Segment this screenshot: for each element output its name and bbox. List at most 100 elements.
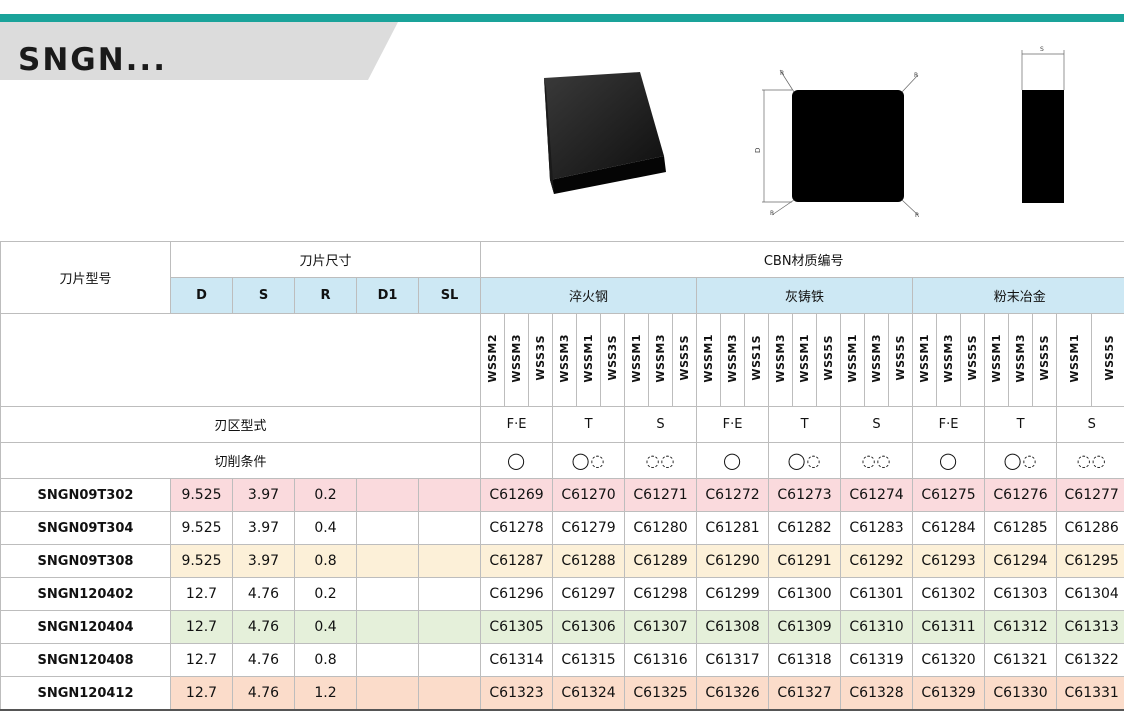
edge-type: T	[552, 406, 626, 443]
row-code: C61274	[840, 478, 914, 512]
label-D: D	[754, 148, 762, 153]
row-code: C61328	[840, 676, 914, 711]
edge-type: S	[1056, 406, 1124, 443]
cutting-condition-icon: ◯◌	[768, 442, 842, 479]
edge-type: S	[840, 406, 914, 443]
row-code: C61306	[552, 610, 626, 644]
header-group-1: 灰铸铁	[696, 277, 914, 314]
row-code: C61294	[984, 544, 1058, 578]
row-SL	[417, 544, 482, 578]
grade-header: WSS5S	[816, 313, 842, 407]
row-D1	[356, 478, 419, 512]
cutting-condition-icon: ◯◌	[984, 442, 1058, 479]
row-code: C61308	[696, 610, 770, 644]
row-code: C61330	[984, 676, 1058, 711]
grade-label: WSSM1	[798, 333, 812, 383]
row-code: C61282	[768, 511, 842, 545]
row-code: C61301	[840, 577, 914, 611]
row-code: C61284	[912, 511, 986, 545]
row-code: C61320	[912, 643, 986, 677]
grade-header: WSS5S	[960, 313, 986, 407]
row-code: C61279	[552, 511, 626, 545]
row-D: 12.7	[170, 643, 233, 677]
row-code: C61288	[552, 544, 626, 578]
row-code: C61287	[480, 544, 554, 578]
grade-label: WSSM3	[510, 333, 524, 383]
row-R: 0.2	[294, 577, 357, 611]
row-code: C61314	[480, 643, 554, 677]
grade-label: WSSM3	[942, 333, 956, 383]
grade-header: WSSM1	[984, 313, 1010, 407]
label-R-bottom-left: R	[770, 210, 774, 217]
cond-label: 切削条件	[0, 442, 482, 479]
row-code: C61276	[984, 478, 1058, 512]
edge-type-label: 刃区型式	[0, 406, 482, 443]
row-code: C61293	[912, 544, 986, 578]
label-R-top-left: R	[780, 70, 784, 77]
edge-type: T	[768, 406, 842, 443]
grade-label: WSSM3	[654, 333, 668, 383]
table-row: SNGN120404 12.7 4.76 0.4 C61305 C61306 C61307 C…	[0, 610, 1124, 644]
grade-label: WSSM1	[1067, 333, 1081, 383]
row-SL	[417, 676, 482, 711]
grade-label: WSSM3	[774, 333, 788, 383]
grade-blank-cell	[0, 313, 482, 407]
cutting-condition-icon: ◌◌	[840, 442, 914, 479]
grade-label: WSS5S	[1102, 335, 1116, 381]
insert-3d-image	[544, 72, 666, 194]
row-code: C61300	[768, 577, 842, 611]
edge-type: F·E	[696, 406, 770, 443]
row-code: C61278	[480, 511, 554, 545]
row-code: C61285	[984, 511, 1058, 545]
row-SL	[417, 511, 482, 545]
row-D1	[356, 676, 419, 711]
row-code: C61286	[1056, 511, 1124, 545]
row-D1	[356, 577, 419, 611]
edge-type: F·E	[480, 406, 554, 443]
row-code: C61310	[840, 610, 914, 644]
grade-header: WSSM3	[552, 313, 578, 407]
row-S: 4.76	[232, 610, 295, 644]
row-R: 0.4	[294, 610, 357, 644]
row-D1	[356, 544, 419, 578]
row-code: C61327	[768, 676, 842, 711]
grade-header: WSS1S	[744, 313, 770, 407]
insert-front-view-drawing: D R R R R	[754, 69, 919, 219]
table-row: SNGN120408 12.7 4.76 0.8 C61314 C61315 C61316 C…	[0, 643, 1124, 677]
cutting-condition-icon: ◌◌	[624, 442, 698, 479]
grade-header: WSSM3	[504, 313, 530, 407]
row-model: SNGN09T308	[0, 544, 171, 578]
row-D: 12.7	[170, 610, 233, 644]
row-code: C61269	[480, 478, 554, 512]
cutting-condition-icon: ◯	[696, 442, 770, 479]
grade-label: WSSM3	[726, 333, 740, 383]
row-S: 3.97	[232, 478, 295, 512]
row-S: 3.97	[232, 544, 295, 578]
edge-type: S	[624, 406, 698, 443]
row-code: C61296	[480, 577, 554, 611]
row-code: C61275	[912, 478, 986, 512]
row-D: 9.525	[170, 511, 233, 545]
header-dim-d: D	[170, 277, 233, 314]
grade-header: WSS5S	[1091, 313, 1124, 407]
grade-label: WSSM1	[702, 333, 716, 383]
edge-type: F·E	[912, 406, 986, 443]
edge-type: T	[984, 406, 1058, 443]
row-code: C61323	[480, 676, 554, 711]
row-code: C61270	[552, 478, 626, 512]
grade-label: WSSM1	[846, 333, 860, 383]
header-group-2: 粉末冶金	[912, 277, 1124, 314]
label-S: S	[1040, 46, 1044, 53]
row-D1	[356, 511, 419, 545]
label-R-top-right: R	[914, 72, 918, 79]
row-D: 9.525	[170, 544, 233, 578]
row-R: 0.2	[294, 478, 357, 512]
row-code: C61322	[1056, 643, 1124, 677]
row-code: C61331	[1056, 676, 1124, 711]
row-SL	[417, 577, 482, 611]
grade-header: WSSM3	[648, 313, 674, 407]
row-code: C61291	[768, 544, 842, 578]
grade-label: WSS5S	[1038, 335, 1052, 381]
header-cbn: CBN材质编号	[480, 241, 1124, 278]
row-code: C61295	[1056, 544, 1124, 578]
